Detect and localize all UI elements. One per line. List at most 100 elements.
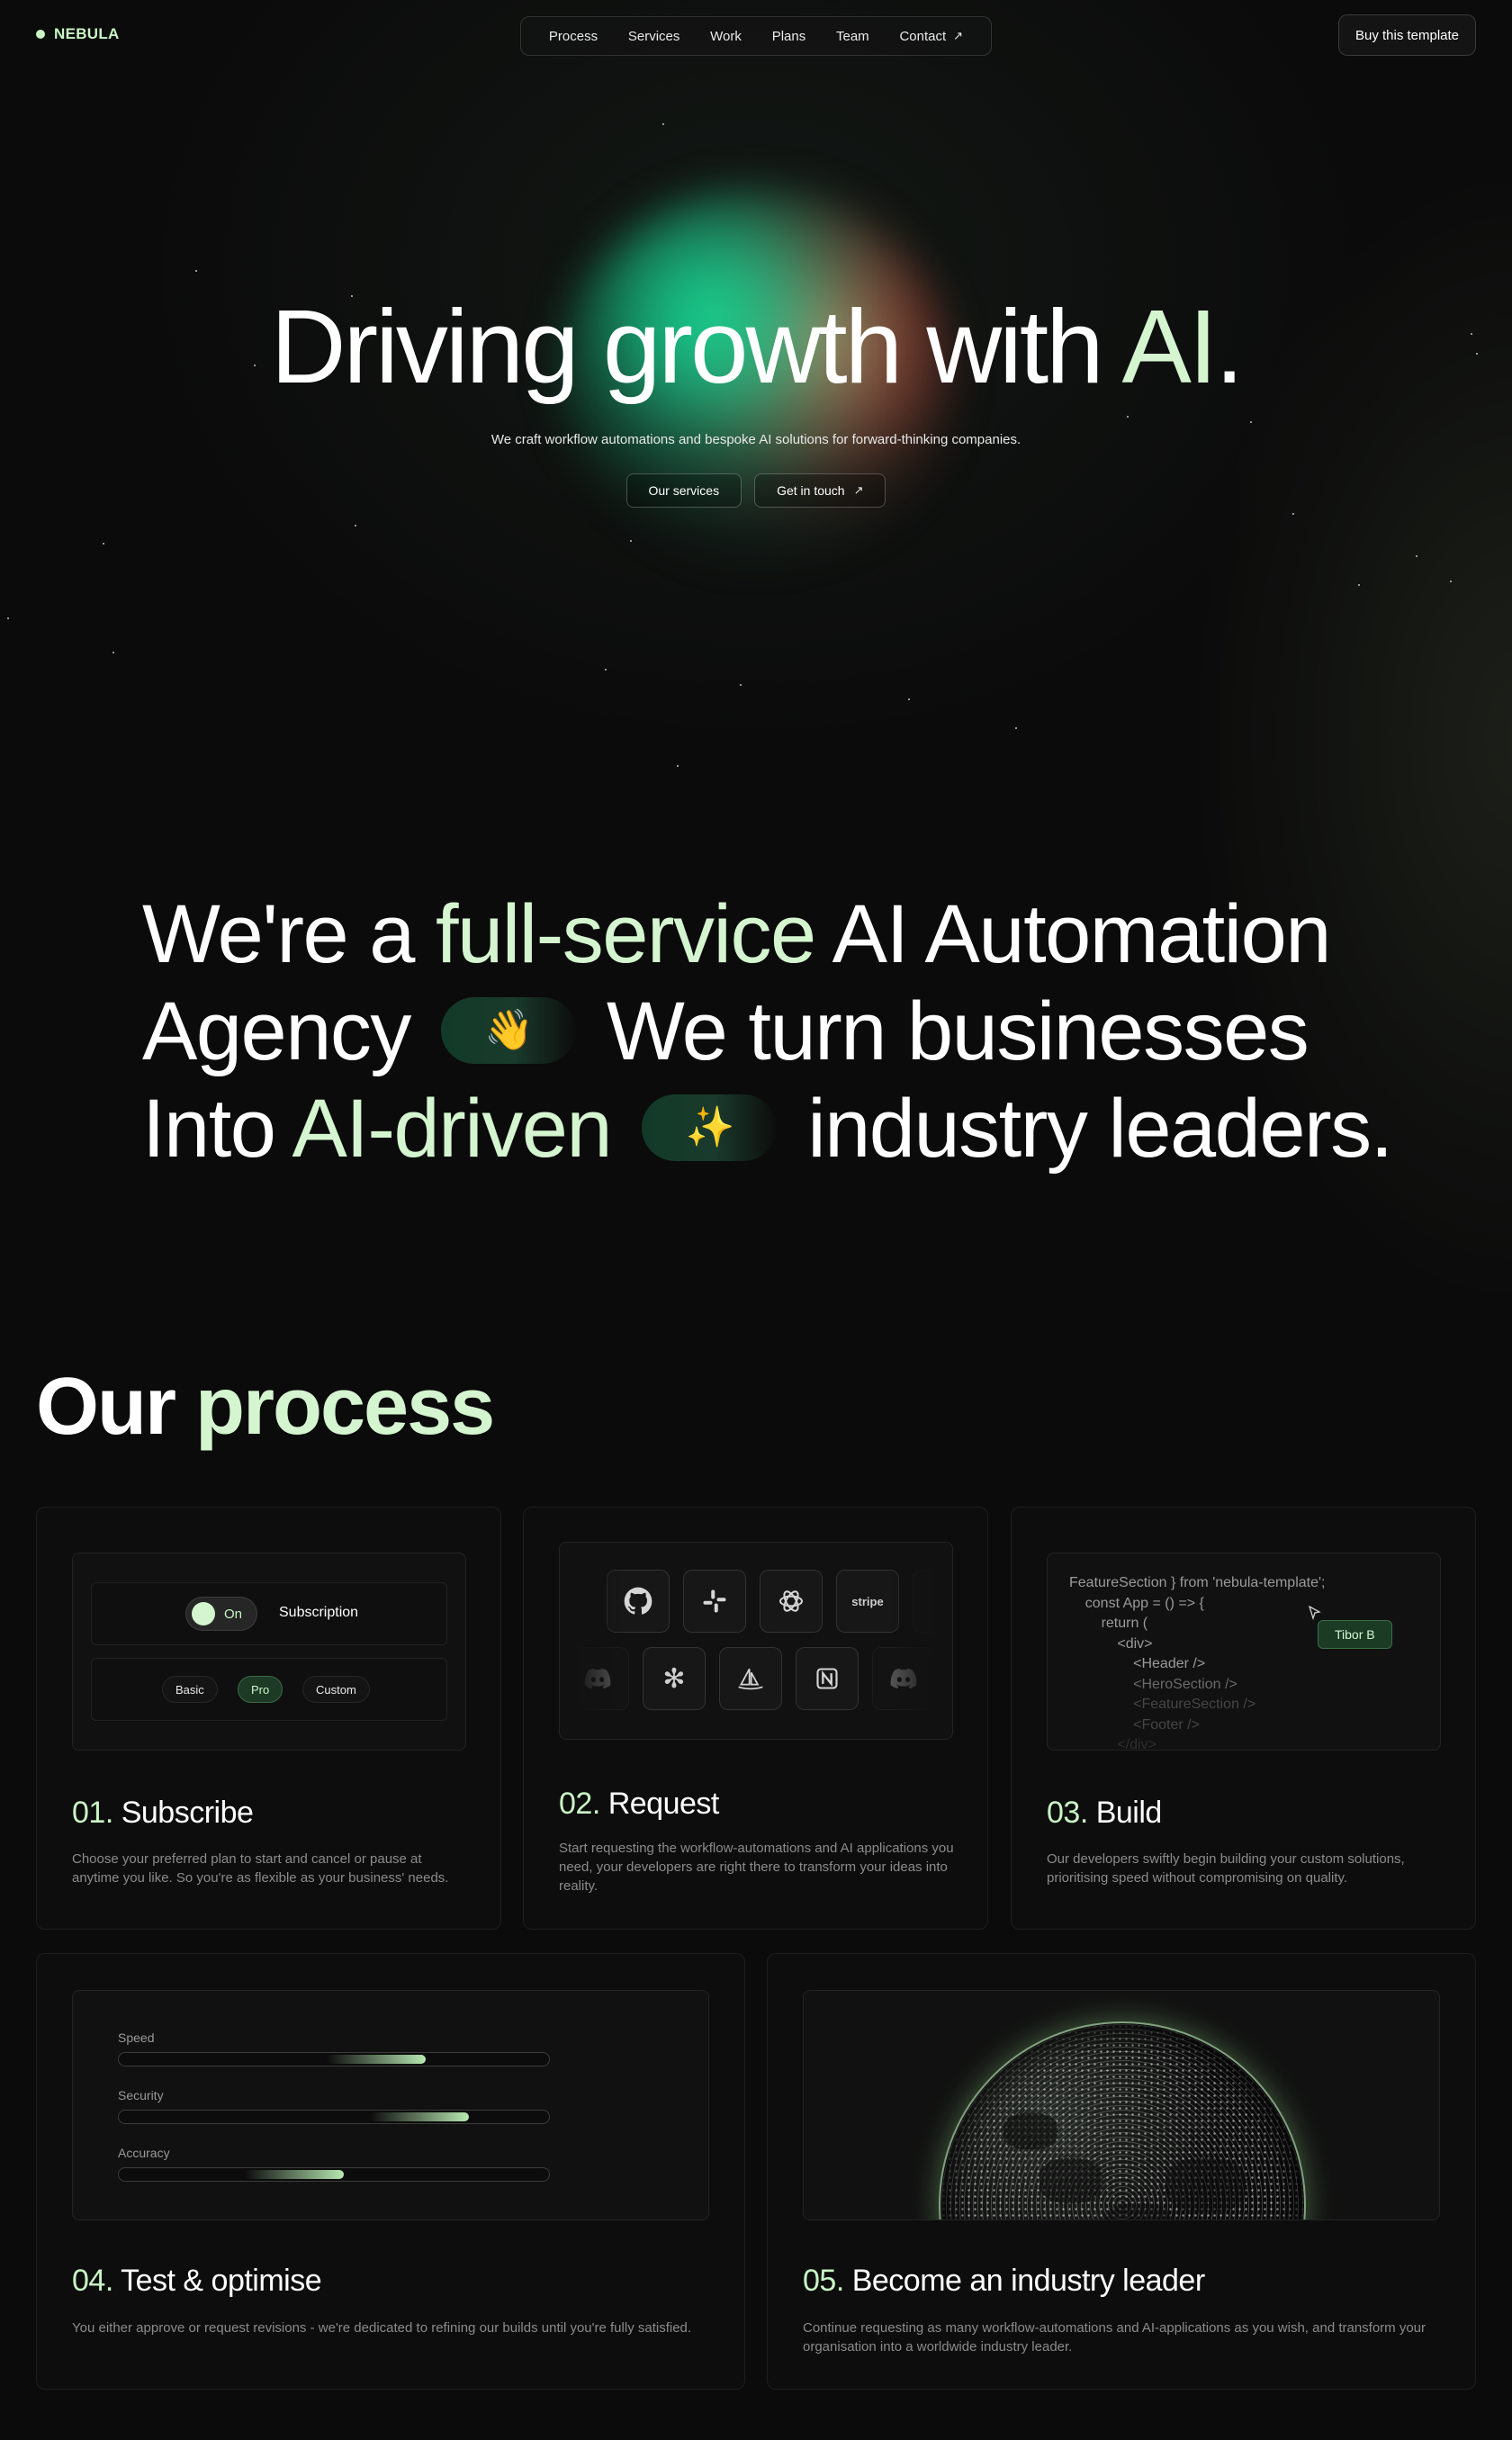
metric-label-security: Security [118, 2088, 164, 2102]
globe-land-shadow [1166, 2158, 1246, 2212]
waving-hand-icon: 👋 [484, 1007, 534, 1052]
subscription-label: Subscription [279, 1605, 359, 1620]
brand-name: NEBULA [54, 25, 120, 42]
notion-glyph [816, 1668, 838, 1689]
statement-text: AI Automation [814, 888, 1332, 980]
globe-icon [940, 2023, 1304, 2219]
sailboat-glyph [738, 1668, 763, 1690]
nav-item-services[interactable]: Services [628, 29, 680, 44]
step-number: 01. [72, 1796, 113, 1830]
main-nav: Process Services Work Plans Team Contact… [520, 16, 992, 56]
openai-icon [760, 1570, 823, 1633]
hero-title: Driving growth with AI. [0, 288, 1512, 405]
step-title: 04. Test & optimise [72, 2264, 322, 2299]
brand-logo[interactable]: NEBULA [36, 25, 120, 43]
metric-bar-security [118, 2110, 550, 2124]
step-description: Choose your preferred plan to start and … [72, 1851, 449, 1886]
process-card-subscribe: On Subscription Basic Pro Custom 01. Sub… [36, 1507, 501, 1930]
subscription-toggle-row: On Subscription [91, 1582, 447, 1645]
statement-line-1: We're a full-service AI Automation [142, 886, 1438, 983]
hero-subtitle: We craft workflow automations and bespok… [490, 432, 1022, 447]
process-card-industry-leader: 05. Become an industry leader Continue r… [767, 1953, 1476, 2390]
hero-title-period: . [1215, 288, 1244, 405]
step-title: 05. Become an industry leader [803, 2264, 1205, 2299]
midjourney-icon [719, 1647, 782, 1710]
nav-item-contact[interactable]: Contact ↗ [899, 29, 963, 44]
agency-statement: We're a full-service AI Automation Agenc… [142, 886, 1438, 1177]
toggle-label: On [224, 1606, 243, 1622]
notion-icon [796, 1647, 859, 1710]
code-line: <HeroSection /> [1069, 1676, 1238, 1692]
step-title: 01. Subscribe [72, 1796, 254, 1831]
statement-highlight: full-service [436, 888, 816, 980]
step-title-text: Become an industry leader [851, 2264, 1205, 2298]
nav-label: Team [836, 28, 869, 44]
waving-hand-pill: 👋 [440, 996, 576, 1064]
step-title: 02. Request [559, 1787, 719, 1822]
metric-label-speed: Speed [118, 2030, 155, 2045]
plan-chip-pro[interactable]: Pro [238, 1676, 284, 1703]
nav-label: Work [710, 28, 742, 44]
fade-left [560, 1543, 623, 1739]
step-number: 05. [803, 2264, 844, 2298]
metrics-preview: Speed Security Accuracy [72, 1990, 709, 2220]
process-title: Our process [36, 1361, 495, 1454]
metric-bar-fill [326, 2055, 426, 2064]
metric-bar-fill [369, 2112, 469, 2121]
code-preview: FeatureSection } from 'nebula-template';… [1047, 1553, 1441, 1751]
plan-selector-row: Basic Pro Custom [91, 1658, 447, 1721]
section-title-text: Our [36, 1362, 196, 1452]
code-line: </div> [1069, 1737, 1156, 1751]
process-card-build: FeatureSection } from 'nebula-template';… [1011, 1507, 1476, 1930]
step-description: Our developers swiftly begin building yo… [1047, 1851, 1405, 1886]
code-line: const App = () => { [1069, 1595, 1204, 1611]
openai-glyph [779, 1590, 803, 1612]
nav-label: Services [627, 28, 680, 44]
code-line: <Footer /> [1069, 1716, 1200, 1733]
plan-chip-basic[interactable]: Basic [162, 1676, 218, 1703]
get-in-touch-button[interactable]: Get in touch ↗ [754, 473, 886, 508]
statement-line-2: Agency 👋 We turn businesses [142, 983, 1438, 1080]
section-title-highlight: process [195, 1362, 495, 1452]
statement-text: Into [142, 1083, 292, 1175]
nav-label: Process [548, 28, 598, 44]
metric-bar-accuracy [118, 2167, 550, 2182]
step-title-text: Test & optimise [121, 2264, 322, 2298]
github-glyph [624, 1587, 652, 1615]
statement-highlight: AI-driven [292, 1083, 612, 1175]
plan-chip-custom[interactable]: Custom [302, 1676, 370, 1703]
statement-text: industry leaders. [807, 1083, 1393, 1175]
step-number: 02. [559, 1787, 600, 1821]
slack-icon [683, 1570, 746, 1633]
step-title: 03. Build [1047, 1796, 1162, 1831]
integrations-preview: stripe ✻ [559, 1542, 953, 1740]
subscription-toggle[interactable]: On [185, 1597, 257, 1631]
nav-item-process[interactable]: Process [549, 29, 598, 44]
nav-item-plans[interactable]: Plans [772, 29, 806, 44]
sparkles-icon: ✨ [685, 1104, 734, 1149]
statement-text: Agency [142, 986, 411, 1077]
hero-title-highlight: AI [1121, 288, 1218, 405]
code-line: <Header /> [1069, 1656, 1206, 1671]
step-description: Continue requesting as many workflow-aut… [803, 2320, 1426, 2354]
button-label: Our services [648, 483, 720, 498]
toggle-knob [192, 1602, 215, 1625]
step-number: 03. [1047, 1796, 1088, 1830]
buy-template-button[interactable]: Buy this template [1338, 14, 1476, 56]
asterisk-icon: ✻ [643, 1647, 706, 1710]
nav-item-work[interactable]: Work [710, 29, 742, 44]
code-line: return ( [1069, 1616, 1148, 1631]
code-line: FeatureSection } from 'nebula-template'; [1069, 1575, 1326, 1590]
step-title-text: Request [608, 1787, 720, 1821]
nav-item-team[interactable]: Team [836, 29, 869, 44]
collaborator-name-tag: Tibor B [1318, 1620, 1392, 1649]
process-card-request: stripe ✻ 02. Request Start requesting th… [523, 1507, 988, 1930]
our-services-button[interactable]: Our services [626, 473, 742, 508]
subscribe-preview: On Subscription Basic Pro Custom [72, 1553, 466, 1751]
hero-title-text: Driving growth with [270, 288, 1122, 405]
fade-right [889, 1543, 952, 1739]
arrow-up-right-icon: ↗ [953, 29, 964, 42]
code-line: <FeatureSection /> [1069, 1697, 1256, 1712]
step-description: You either approve or request revisions … [72, 2320, 692, 2336]
globe-land-shadow [1040, 2158, 1102, 2203]
